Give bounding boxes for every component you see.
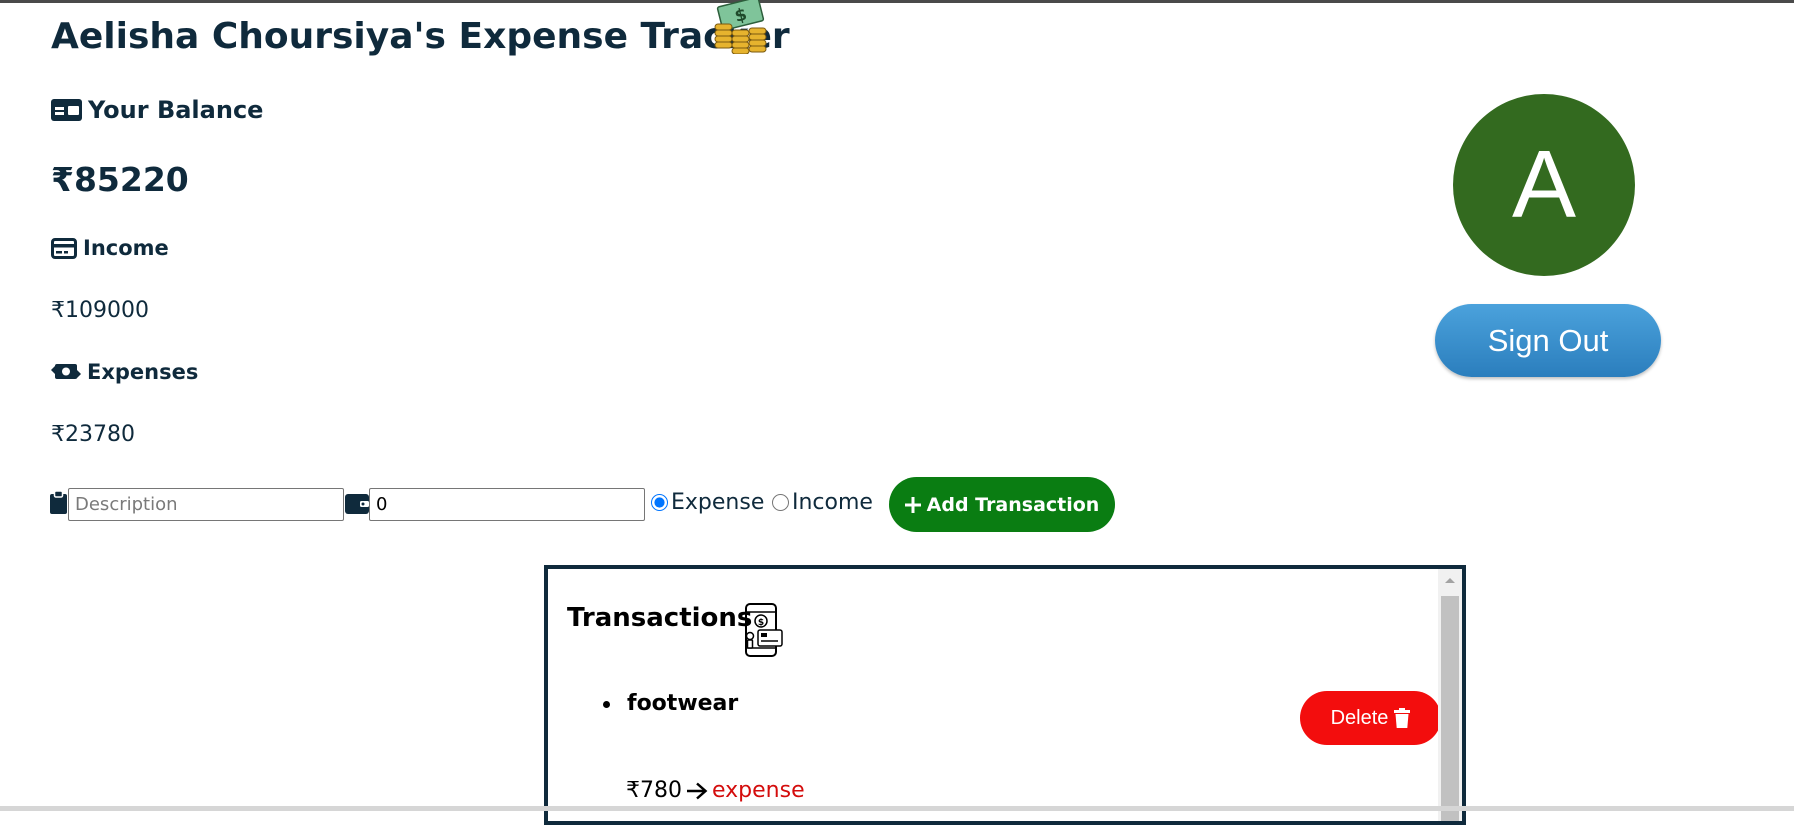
mobile-payment-icon: $ bbox=[745, 603, 783, 657]
amount-input[interactable] bbox=[369, 488, 645, 521]
income-radio-label: Income bbox=[792, 490, 873, 515]
list-item-bullet bbox=[603, 701, 610, 708]
wallet-icon bbox=[345, 494, 369, 514]
delete-label: Delete bbox=[1330, 706, 1389, 729]
money-coins-icon: $ bbox=[714, 0, 767, 54]
income-heading: Income bbox=[51, 236, 169, 260]
scroll-up-arrow-icon[interactable] bbox=[1438, 569, 1462, 591]
balance-label: Your Balance bbox=[88, 96, 264, 124]
avatar[interactable]: A bbox=[1453, 94, 1635, 276]
page-title: Aelisha Choursiya's Expense Tracker bbox=[51, 16, 790, 57]
money-exchange-icon bbox=[51, 364, 81, 379]
transaction-name: footwear bbox=[627, 691, 739, 716]
credit-card-icon bbox=[51, 237, 77, 259]
trash-icon bbox=[1394, 708, 1411, 728]
delete-transaction-button[interactable]: Delete bbox=[1300, 691, 1441, 745]
expense-radio[interactable] bbox=[651, 494, 668, 511]
wallet-card-icon bbox=[51, 99, 82, 121]
transaction-amount: ₹780 bbox=[626, 778, 682, 803]
balance-heading: Your Balance bbox=[51, 96, 263, 124]
expense-radio-label: Expense bbox=[671, 490, 765, 515]
balance-value: ₹85220 bbox=[51, 160, 189, 199]
transactions-scrollbar[interactable] bbox=[1438, 569, 1462, 821]
income-radio[interactable] bbox=[772, 494, 789, 511]
expense-radio-option[interactable]: Expense bbox=[651, 490, 764, 515]
description-input[interactable] bbox=[68, 488, 344, 521]
window-top-border bbox=[0, 0, 1794, 3]
scrollbar-thumb[interactable] bbox=[1441, 596, 1459, 821]
arrow-right-icon bbox=[687, 782, 708, 799]
plus-icon bbox=[904, 496, 921, 513]
income-radio-option[interactable]: Income bbox=[772, 490, 873, 515]
income-label: Income bbox=[83, 236, 169, 260]
add-transaction-label: Add Transaction bbox=[926, 493, 1100, 516]
window-bottom-border bbox=[0, 806, 1794, 811]
transactions-title: Transactions bbox=[567, 603, 753, 633]
sign-out-button[interactable]: Sign Out bbox=[1435, 304, 1661, 377]
transactions-panel[interactable]: Transactions $ footwear Delete ₹780 expe… bbox=[544, 565, 1466, 825]
clipboard-icon bbox=[50, 491, 67, 514]
expenses-value: ₹23780 bbox=[51, 422, 135, 447]
expenses-heading: Expenses bbox=[51, 360, 198, 384]
expenses-label: Expenses bbox=[87, 360, 199, 384]
income-value: ₹109000 bbox=[51, 298, 149, 323]
add-transaction-button[interactable]: Add Transaction bbox=[889, 477, 1115, 532]
svg-text:$: $ bbox=[758, 618, 764, 628]
transaction-amount-row: ₹780 expense bbox=[626, 778, 805, 803]
transaction-type: expense bbox=[712, 778, 805, 803]
